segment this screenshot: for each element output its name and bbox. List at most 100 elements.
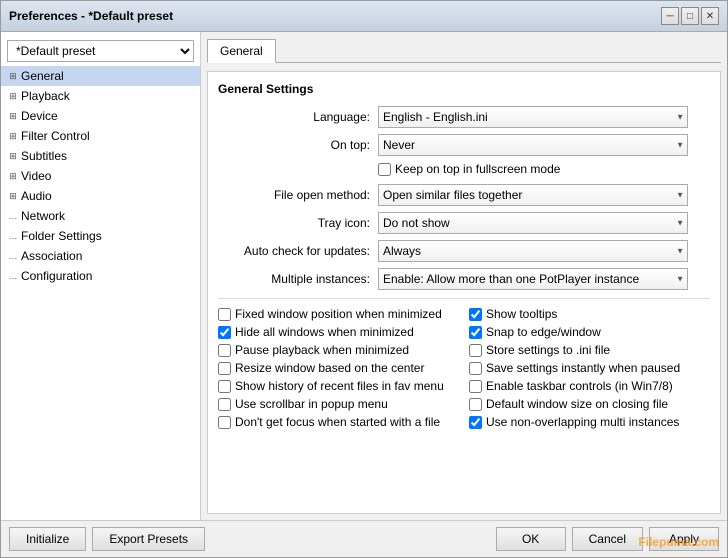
language-dropdown[interactable]: English - English.ini xyxy=(378,106,688,128)
checkbox-right-3: Save settings instantly when paused xyxy=(469,361,710,375)
sidebar-item-configuration[interactable]: … Configuration xyxy=(1,266,200,286)
checkbox-right-4: Enable taskbar controls (in Win7/8) xyxy=(469,379,710,393)
bottom-bar: Initialize Export Presets OK Cancel Appl… xyxy=(1,520,727,557)
keep-on-top-checkbox[interactable] xyxy=(378,163,391,176)
window-title: Preferences - *Default preset xyxy=(9,9,173,23)
sidebar-label-general: General xyxy=(21,69,64,83)
checkbox-left-input-3[interactable] xyxy=(218,362,231,375)
on-top-row: On top: Never xyxy=(218,134,710,156)
checkbox-left-3: Resize window based on the center xyxy=(218,361,459,375)
language-control: English - English.ini xyxy=(378,106,710,128)
keep-on-top-checkbox-row: Keep on top in fullscreen mode xyxy=(378,162,710,176)
on-top-label: On top: xyxy=(218,138,378,152)
preset-selector[interactable]: *Default preset xyxy=(7,40,194,62)
auto-check-dropdown[interactable]: Always xyxy=(378,240,688,262)
checkbox-left-input-0[interactable] xyxy=(218,308,231,321)
expand-icon-playback: ⊞ xyxy=(5,88,21,104)
checkbox-right-label-3: Save settings instantly when paused xyxy=(486,361,680,375)
settings-area: General Settings Language: English - Eng… xyxy=(207,71,721,514)
export-presets-button[interactable]: Export Presets xyxy=(92,527,205,551)
checkbox-left-input-1[interactable] xyxy=(218,326,231,339)
cancel-button[interactable]: Cancel xyxy=(572,527,643,551)
multiple-instances-row: Multiple instances: Enable: Allow more t… xyxy=(218,268,710,290)
keep-on-top-row: Keep on top in fullscreen mode xyxy=(218,162,710,178)
tray-icon-control: Do not show xyxy=(378,212,710,234)
auto-check-control: Always xyxy=(378,240,710,262)
ok-button[interactable]: OK xyxy=(496,527,566,551)
file-open-dropdown[interactable]: Open similar files together xyxy=(378,184,688,206)
sidebar-label-device: Device xyxy=(21,109,58,123)
sidebar-label-video: Video xyxy=(21,169,51,183)
sidebar-item-video[interactable]: ⊞ Video xyxy=(1,166,200,186)
checkbox-right-input-6[interactable] xyxy=(469,416,482,429)
bottom-left-buttons: Initialize Export Presets xyxy=(9,527,205,551)
checkbox-left-4: Show history of recent files in fav menu xyxy=(218,379,459,393)
expand-icon-network: … xyxy=(5,208,21,224)
sidebar-item-filter-control[interactable]: ⊞ Filter Control xyxy=(1,126,200,146)
on-top-control: Never xyxy=(378,134,710,156)
multiple-instances-control: Enable: Allow more than one PotPlayer in… xyxy=(378,268,710,290)
checkbox-left-input-6[interactable] xyxy=(218,416,231,429)
expand-icon-audio: ⊞ xyxy=(5,188,21,204)
checkbox-right-label-0: Show tooltips xyxy=(486,307,557,321)
checkbox-right-input-3[interactable] xyxy=(469,362,482,375)
sidebar-item-folder-settings[interactable]: … Folder Settings xyxy=(1,226,200,246)
expand-icon-configuration: … xyxy=(5,268,21,284)
checkbox-right-label-5: Default window size on closing file xyxy=(486,397,668,411)
checkbox-left-0: Fixed window position when minimized xyxy=(218,307,459,321)
checkbox-right-input-0[interactable] xyxy=(469,308,482,321)
checkbox-right-input-4[interactable] xyxy=(469,380,482,393)
multiple-instances-label: Multiple instances: xyxy=(218,272,378,286)
multiple-instances-dropdown[interactable]: Enable: Allow more than one PotPlayer in… xyxy=(378,268,688,290)
sidebar-item-device[interactable]: ⊞ Device xyxy=(1,106,200,126)
sidebar-label-association: Association xyxy=(21,249,82,263)
checkbox-left-label-5: Use scrollbar in popup menu xyxy=(235,397,388,411)
tray-icon-dropdown[interactable]: Do not show xyxy=(378,212,688,234)
sidebar-item-audio[interactable]: ⊞ Audio xyxy=(1,186,200,206)
checkbox-left-input-5[interactable] xyxy=(218,398,231,411)
title-bar-controls: ─ □ ✕ xyxy=(661,7,719,25)
checkbox-right-input-1[interactable] xyxy=(469,326,482,339)
keep-on-top-control: Keep on top in fullscreen mode xyxy=(378,162,710,178)
checkbox-right-0: Show tooltips xyxy=(469,307,710,321)
checkbox-right-5: Default window size on closing file xyxy=(469,397,710,411)
sidebar-label-folder: Folder Settings xyxy=(21,229,102,243)
on-top-dropdown-wrapper: Never xyxy=(378,134,688,156)
file-open-dropdown-wrapper: Open similar files together xyxy=(378,184,688,206)
checkbox-right-input-2[interactable] xyxy=(469,344,482,357)
on-top-dropdown[interactable]: Never xyxy=(378,134,688,156)
minimize-button[interactable]: ─ xyxy=(661,7,679,25)
checkbox-right-2: Store settings to .ini file xyxy=(469,343,710,357)
initialize-button[interactable]: Initialize xyxy=(9,527,86,551)
checkbox-left-6: Don't get focus when started with a file xyxy=(218,415,459,429)
checkbox-left-label-3: Resize window based on the center xyxy=(235,361,424,375)
sidebar-item-playback[interactable]: ⊞ Playback xyxy=(1,86,200,106)
title-bar: Preferences - *Default preset ─ □ ✕ xyxy=(1,1,727,32)
sidebar-item-network[interactable]: … Network xyxy=(1,206,200,226)
close-button[interactable]: ✕ xyxy=(701,7,719,25)
sidebar-label-network: Network xyxy=(21,209,65,223)
language-dropdown-wrapper: English - English.ini xyxy=(378,106,688,128)
sidebar-item-association[interactable]: … Association xyxy=(1,246,200,266)
sidebar-item-general[interactable]: ⊞ General xyxy=(1,66,200,86)
checkbox-left-input-2[interactable] xyxy=(218,344,231,357)
maximize-button[interactable]: □ xyxy=(681,7,699,25)
bottom-right-buttons: OK Cancel Apply xyxy=(496,527,719,551)
checkbox-right-label-6: Use non-overlapping multi instances xyxy=(486,415,679,429)
apply-button[interactable]: Apply xyxy=(649,527,719,551)
tab-general[interactable]: General xyxy=(207,39,276,63)
checkbox-left-input-4[interactable] xyxy=(218,380,231,393)
checkbox-right-input-5[interactable] xyxy=(469,398,482,411)
sidebar-item-subtitles[interactable]: ⊞ Subtitles xyxy=(1,146,200,166)
expand-icon-subtitles: ⊞ xyxy=(5,148,21,164)
auto-check-label: Auto check for updates: xyxy=(218,244,378,258)
sidebar-label-configuration: Configuration xyxy=(21,269,92,283)
file-open-label: File open method: xyxy=(218,188,378,202)
preferences-window: Preferences - *Default preset ─ □ ✕ *Def… xyxy=(0,0,728,558)
sidebar: *Default preset ⊞ General ⊞ Playback ⊞ D… xyxy=(1,32,201,520)
checkbox-right-label-1: Snap to edge/window xyxy=(486,325,601,339)
expand-icon-general: ⊞ xyxy=(5,68,21,84)
multiple-instances-dropdown-wrapper: Enable: Allow more than one PotPlayer in… xyxy=(378,268,688,290)
checkbox-right-6: Use non-overlapping multi instances xyxy=(469,415,710,429)
expand-icon-folder: … xyxy=(5,228,21,244)
